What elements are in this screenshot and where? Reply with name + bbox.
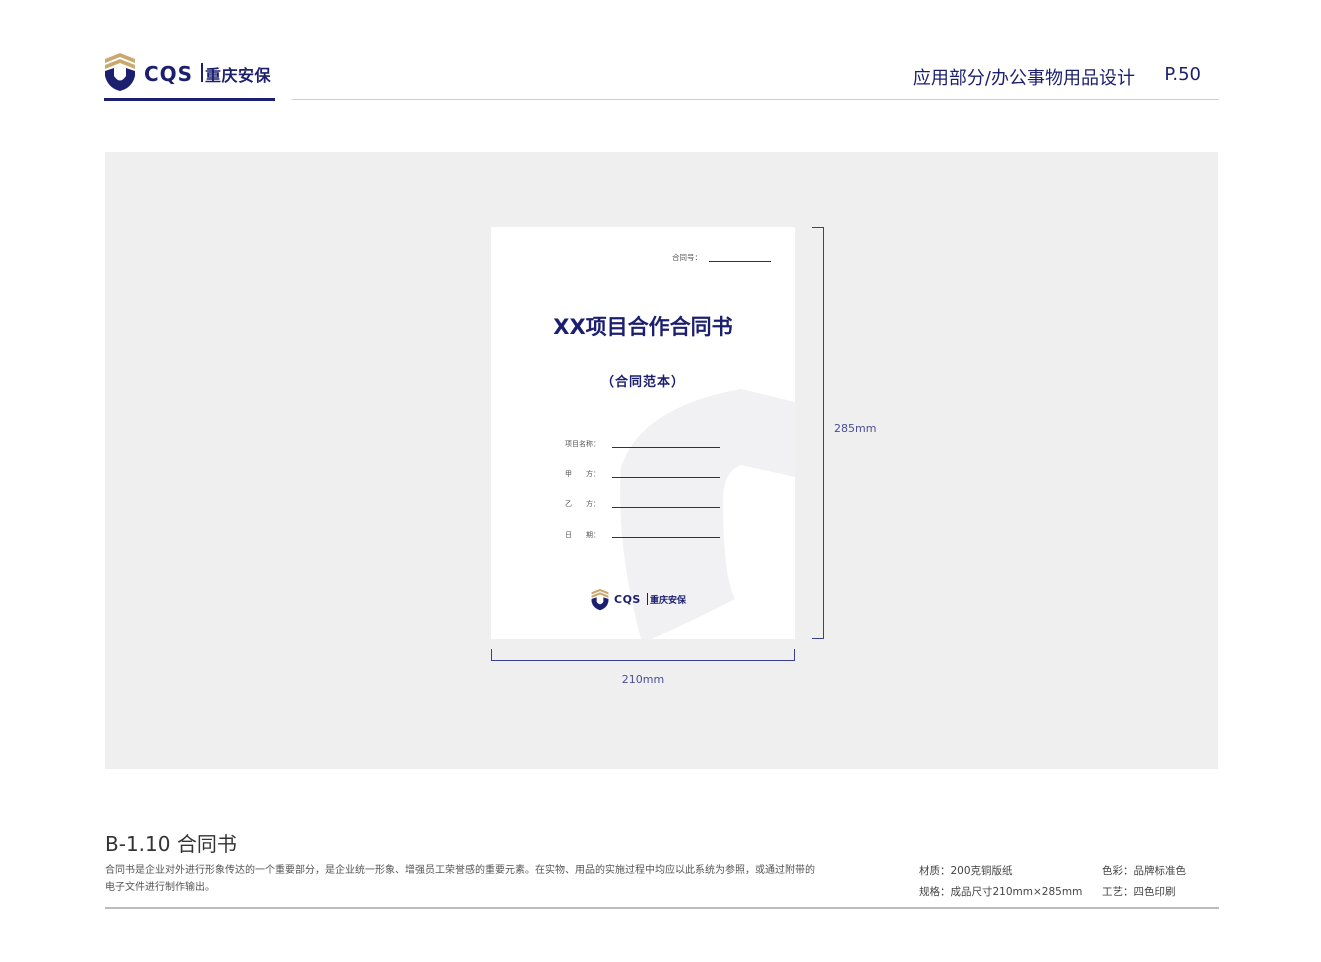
field-label-party-b: 乙 方： bbox=[565, 500, 600, 508]
contract-subtitle: （合同范本） bbox=[600, 375, 685, 390]
contract-title: XX项目合作合同书 bbox=[553, 315, 733, 339]
spec-material: 材质：200克铜版纸 bbox=[919, 865, 1013, 877]
header-section-title: 应用部分/办公事物用品设计 bbox=[912, 68, 1135, 89]
logo-separator bbox=[201, 63, 203, 82]
shield-logo-icon bbox=[591, 588, 609, 611]
document-brand-name: 重庆安保 bbox=[650, 596, 687, 606]
field-label-date: 日 期： bbox=[565, 531, 600, 539]
page-number: P.50 bbox=[1164, 64, 1201, 85]
footer-divider bbox=[105, 907, 1219, 909]
section-title: B-1.10 合同书 bbox=[105, 832, 237, 856]
brand-mark: CQS bbox=[144, 62, 194, 86]
shield-logo-icon bbox=[105, 53, 135, 91]
width-dimension-label: 210mm bbox=[621, 673, 665, 686]
brand-name: 重庆安保 bbox=[205, 66, 272, 85]
field-line-project bbox=[612, 447, 720, 448]
watermark-shield-icon bbox=[620, 389, 795, 639]
brand-logo: CQS 重庆安保 bbox=[104, 52, 279, 92]
field-line-date bbox=[612, 537, 720, 538]
field-label-party-a: 甲 方： bbox=[565, 470, 600, 478]
height-dimension-bracket bbox=[812, 227, 824, 639]
spec-process: 工艺：四色印刷 bbox=[1102, 886, 1176, 898]
field-line-party-b bbox=[612, 507, 720, 508]
width-dimension-bracket bbox=[491, 649, 795, 661]
document-logo-separator bbox=[647, 593, 648, 605]
field-label-project: 项目名称： bbox=[565, 440, 600, 448]
spec-color: 色彩：品牌标准色 bbox=[1102, 865, 1186, 877]
contract-number-line bbox=[709, 261, 771, 262]
section-description: 合同书是企业对外进行形象传达的一个重要部分，是企业统一形象、增强员工荣誉感的重要… bbox=[105, 865, 815, 893]
field-line-party-a bbox=[612, 477, 720, 478]
contract-document: 合同号： XX项目合作合同书 （合同范本） 项目名称： 甲 方： 乙 方： 日 … bbox=[491, 227, 795, 639]
logo-underline bbox=[104, 98, 275, 101]
document-brand-mark: CQS bbox=[614, 593, 641, 606]
header-divider bbox=[292, 99, 1219, 100]
document-logo: CQS 重庆安保 bbox=[591, 588, 701, 612]
contract-number-label: 合同号： bbox=[672, 253, 702, 262]
spec-size: 规格：成品尺寸210mm×285mm bbox=[919, 886, 1083, 898]
height-dimension-label: 285mm bbox=[834, 422, 877, 435]
